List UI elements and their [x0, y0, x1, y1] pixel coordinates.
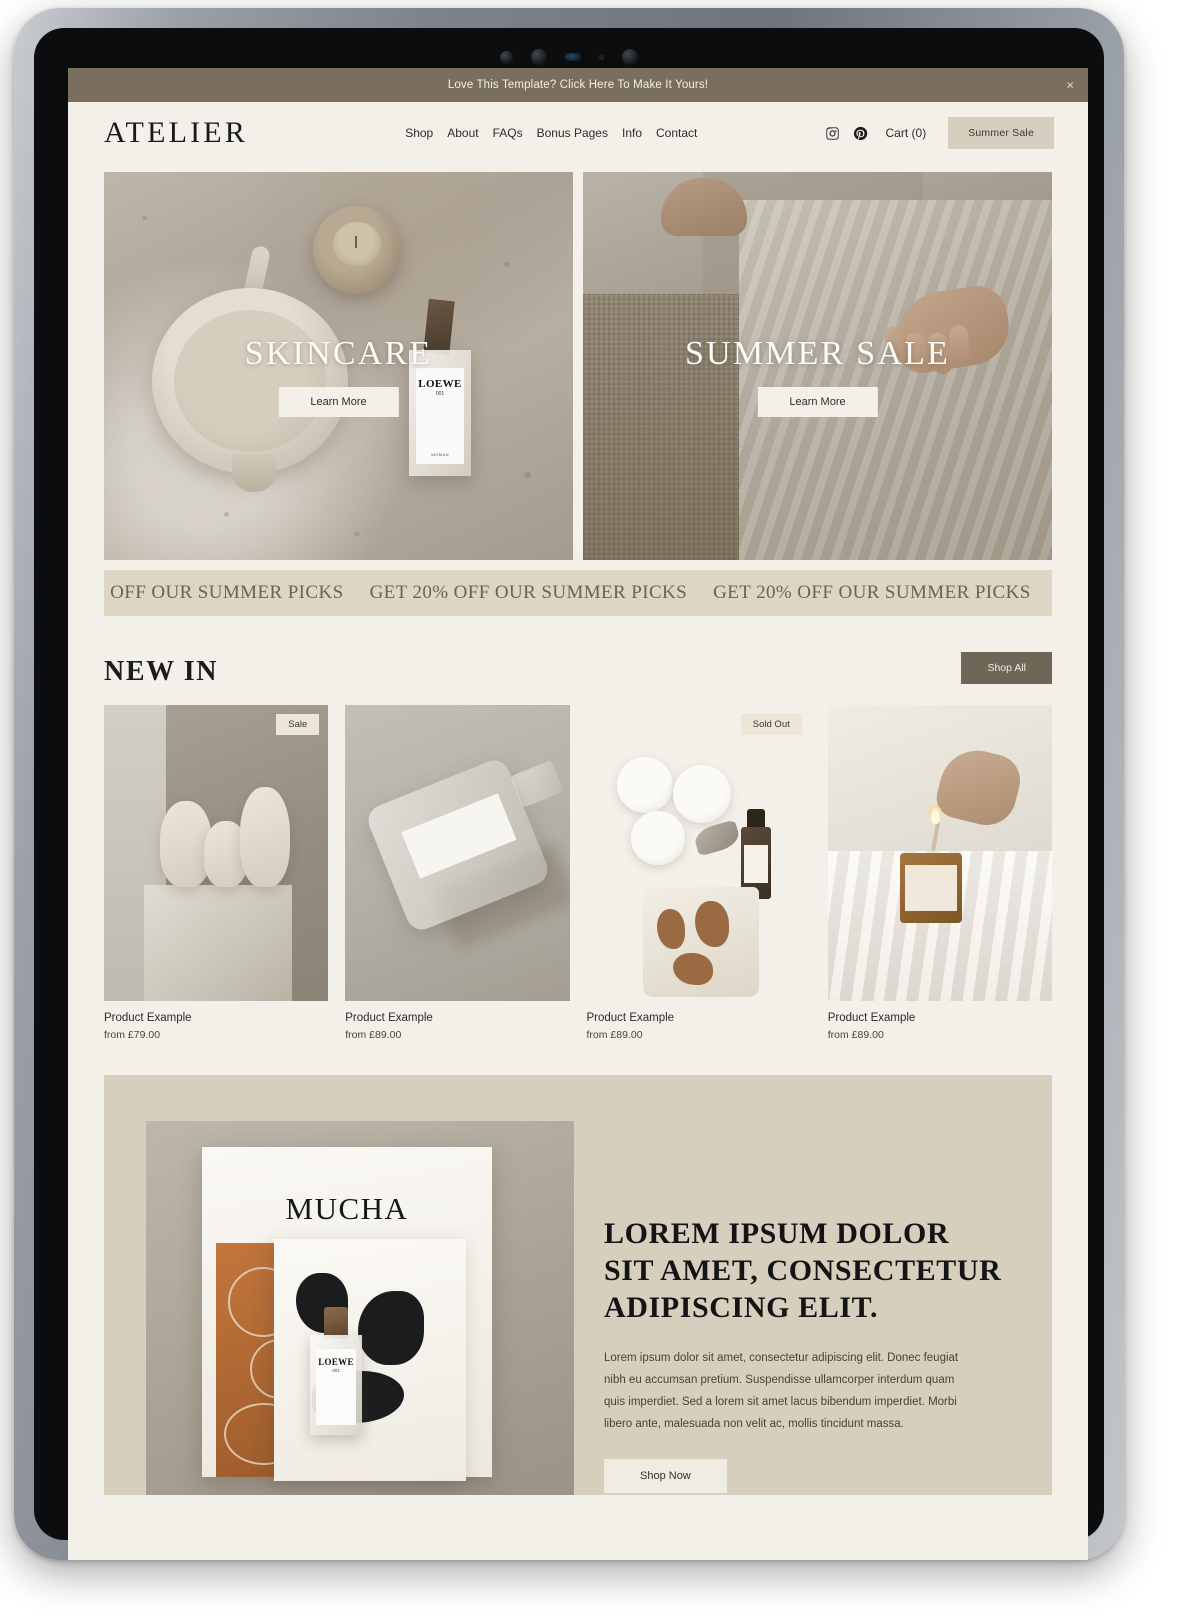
nav-item-about[interactable]: About: [447, 126, 478, 140]
serum-label: [743, 845, 768, 883]
product-card[interactable]: Sold Out Product Example from £89.00: [587, 705, 811, 1041]
nav-item-faqs[interactable]: FAQs: [493, 126, 523, 140]
pouch-pattern-blob: [694, 901, 729, 947]
promo-section: MUCHA LOEWE 001 LOREM IPSUM DOLOR SIT AM…: [104, 1075, 1052, 1495]
candle-wax-well: [333, 222, 381, 266]
product-card[interactable]: Product Example from £89.00: [345, 705, 570, 1041]
camera-lens-wide-icon: [531, 49, 547, 65]
promo-perfume-brand-text: LOEWE: [318, 1357, 354, 1367]
product-name[interactable]: Product Example: [345, 1012, 569, 1024]
promo-image: MUCHA LOEWE 001: [146, 1121, 574, 1495]
product-image[interactable]: [345, 705, 570, 1001]
product-name[interactable]: Product Example: [587, 1012, 811, 1024]
promo-text-block: LOREM IPSUM DOLOR SIT AMET, CONSECTETUR …: [574, 1075, 1052, 1495]
hero-learn-more-button-summer[interactable]: Learn More: [757, 387, 878, 417]
new-in-section: NEW IN Shop All Sale Product Example fro…: [68, 616, 1088, 1041]
hero-card-skincare[interactable]: LOEWE 001 WOMAN SKINCARE Learn More: [104, 172, 573, 560]
magazine-title: MUCHA: [285, 1191, 409, 1226]
nav-item-shop[interactable]: Shop: [405, 126, 433, 140]
marquee-item: GET 20% OFF OUR SUMMER PICKS: [369, 582, 688, 603]
main-navigation: Shop About FAQs Bonus Pages Info Contact: [278, 126, 824, 140]
announcement-bar[interactable]: Love This Template? Click Here To Make I…: [68, 68, 1088, 102]
linen-drape: [739, 200, 1052, 560]
marquee-item: GET 20% OFF OUR SUMMER PICKS: [104, 582, 344, 603]
promo-image-wrapper: MUCHA LOEWE 001: [104, 1075, 574, 1495]
announcement-text[interactable]: Love This Template? Click Here To Make I…: [448, 79, 708, 91]
browser-viewport: Love This Template? Click Here To Make I…: [68, 68, 1088, 1560]
amber-candle-label: [904, 865, 957, 911]
product-name[interactable]: Product Example: [104, 1012, 328, 1024]
pouch-pattern-blob: [672, 953, 713, 985]
pouch-pattern-blob: [656, 909, 685, 949]
shop-all-button[interactable]: Shop All: [961, 652, 1052, 684]
product-grid: Sale Product Example from £79.00 Product…: [104, 705, 1052, 1041]
product-price: from £89.00: [827, 1029, 884, 1041]
site-header: ATELIER Shop About FAQs Bonus Pages Info…: [68, 102, 1088, 164]
perfume-sub-text: 001: [435, 391, 445, 397]
ceramic-bowl-inner: [174, 310, 326, 452]
camera-lens-icon: [500, 50, 513, 64]
candle-wick: [355, 236, 357, 248]
cotton-pad: [616, 757, 673, 813]
close-icon[interactable]: ×: [1066, 79, 1074, 92]
stone-speck: [524, 472, 531, 478]
summer-sale-button[interactable]: Summer Sale: [948, 117, 1054, 149]
cover-blob-shape: [358, 1291, 424, 1365]
hero-banner-row: LOEWE 001 WOMAN SKINCARE Learn More SUMM…: [68, 164, 1088, 560]
hero-title-skincare: SKINCARE: [244, 335, 433, 372]
shop-now-button[interactable]: Shop Now: [604, 1458, 727, 1493]
perfume-foot-text: WOMAN: [431, 452, 449, 457]
new-in-header: NEW IN Shop All: [104, 652, 1052, 688]
stone-speck: [142, 216, 147, 220]
cotton-pad: [630, 811, 685, 865]
brand-logo[interactable]: ATELIER: [104, 116, 248, 150]
promo-perfume-sub-text: 001: [332, 1368, 340, 1373]
cotton-pad: [672, 765, 731, 823]
serum-dropper-cap: [746, 809, 765, 829]
marquee-track: GET 20% OFF OUR SUMMER PICKS GET 20% OFF…: [104, 582, 1052, 604]
camera-lens-tele-icon: [622, 49, 638, 65]
product-badge-sold-out: Sold Out: [740, 714, 802, 735]
nav-item-info[interactable]: Info: [622, 126, 642, 140]
header-actions: Cart (0) Summer Sale: [825, 117, 1054, 149]
new-in-title: NEW IN: [104, 656, 219, 687]
perfume-label: LOEWE 001 WOMAN: [416, 368, 464, 464]
promo-body-text: Lorem ipsum dolor sit amet, consectetur …: [604, 1351, 959, 1430]
product-card[interactable]: Sale Product Example from £79.00: [104, 705, 329, 1041]
cart-link[interactable]: Cart (0): [886, 126, 927, 140]
paper-vase-right: [240, 787, 290, 887]
ceramic-bowl-foot: [232, 454, 276, 492]
perfume-brand-text: LOEWE: [418, 378, 462, 390]
tablet-camera-array: [34, 44, 1104, 70]
printed-pouch: [642, 887, 759, 997]
product-name[interactable]: Product Example: [828, 1012, 1052, 1024]
hero-learn-more-button-skincare[interactable]: Learn More: [278, 387, 399, 417]
promo-perfume-label: LOEWE 001: [316, 1349, 356, 1425]
promo-marquee: GET 20% OFF OUR SUMMER PICKS GET 20% OFF…: [104, 570, 1052, 616]
product-card[interactable]: Product Example from £89.00: [827, 705, 1052, 1041]
stone-speck: [354, 532, 360, 536]
stone-speck: [504, 262, 510, 267]
product-image[interactable]: [827, 705, 1052, 1001]
product-price: from £89.00: [586, 1029, 643, 1041]
flame-icon: [928, 805, 942, 824]
stone-speck: [224, 512, 229, 517]
marquee-item: GET 20% OFF OUR SUMMER PICKS: [713, 582, 1031, 603]
pinterest-icon[interactable]: [853, 126, 868, 141]
product-image[interactable]: Sale: [104, 705, 329, 1001]
hero-card-summer-sale[interactable]: SUMMER SALE Learn More: [583, 172, 1052, 560]
magazine-second-cover: [274, 1239, 466, 1481]
depth-sensor-icon: [565, 53, 581, 61]
concrete-plinth: [144, 885, 292, 1001]
product-price: from £89.00: [345, 1029, 402, 1041]
nav-item-contact[interactable]: Contact: [656, 126, 697, 140]
product-badge-sale: Sale: [276, 714, 320, 735]
instagram-icon[interactable]: [825, 126, 840, 141]
promo-heading: LOREM IPSUM DOLOR SIT AMET, CONSECTETUR …: [604, 1217, 1002, 1325]
product-image[interactable]: Sold Out: [587, 705, 811, 1001]
hero-title-summer-sale: SUMMER SALE: [684, 335, 951, 372]
product-price: from £79.00: [104, 1029, 161, 1041]
nav-item-bonus-pages[interactable]: Bonus Pages: [537, 126, 608, 140]
microphone-icon: [599, 54, 604, 60]
